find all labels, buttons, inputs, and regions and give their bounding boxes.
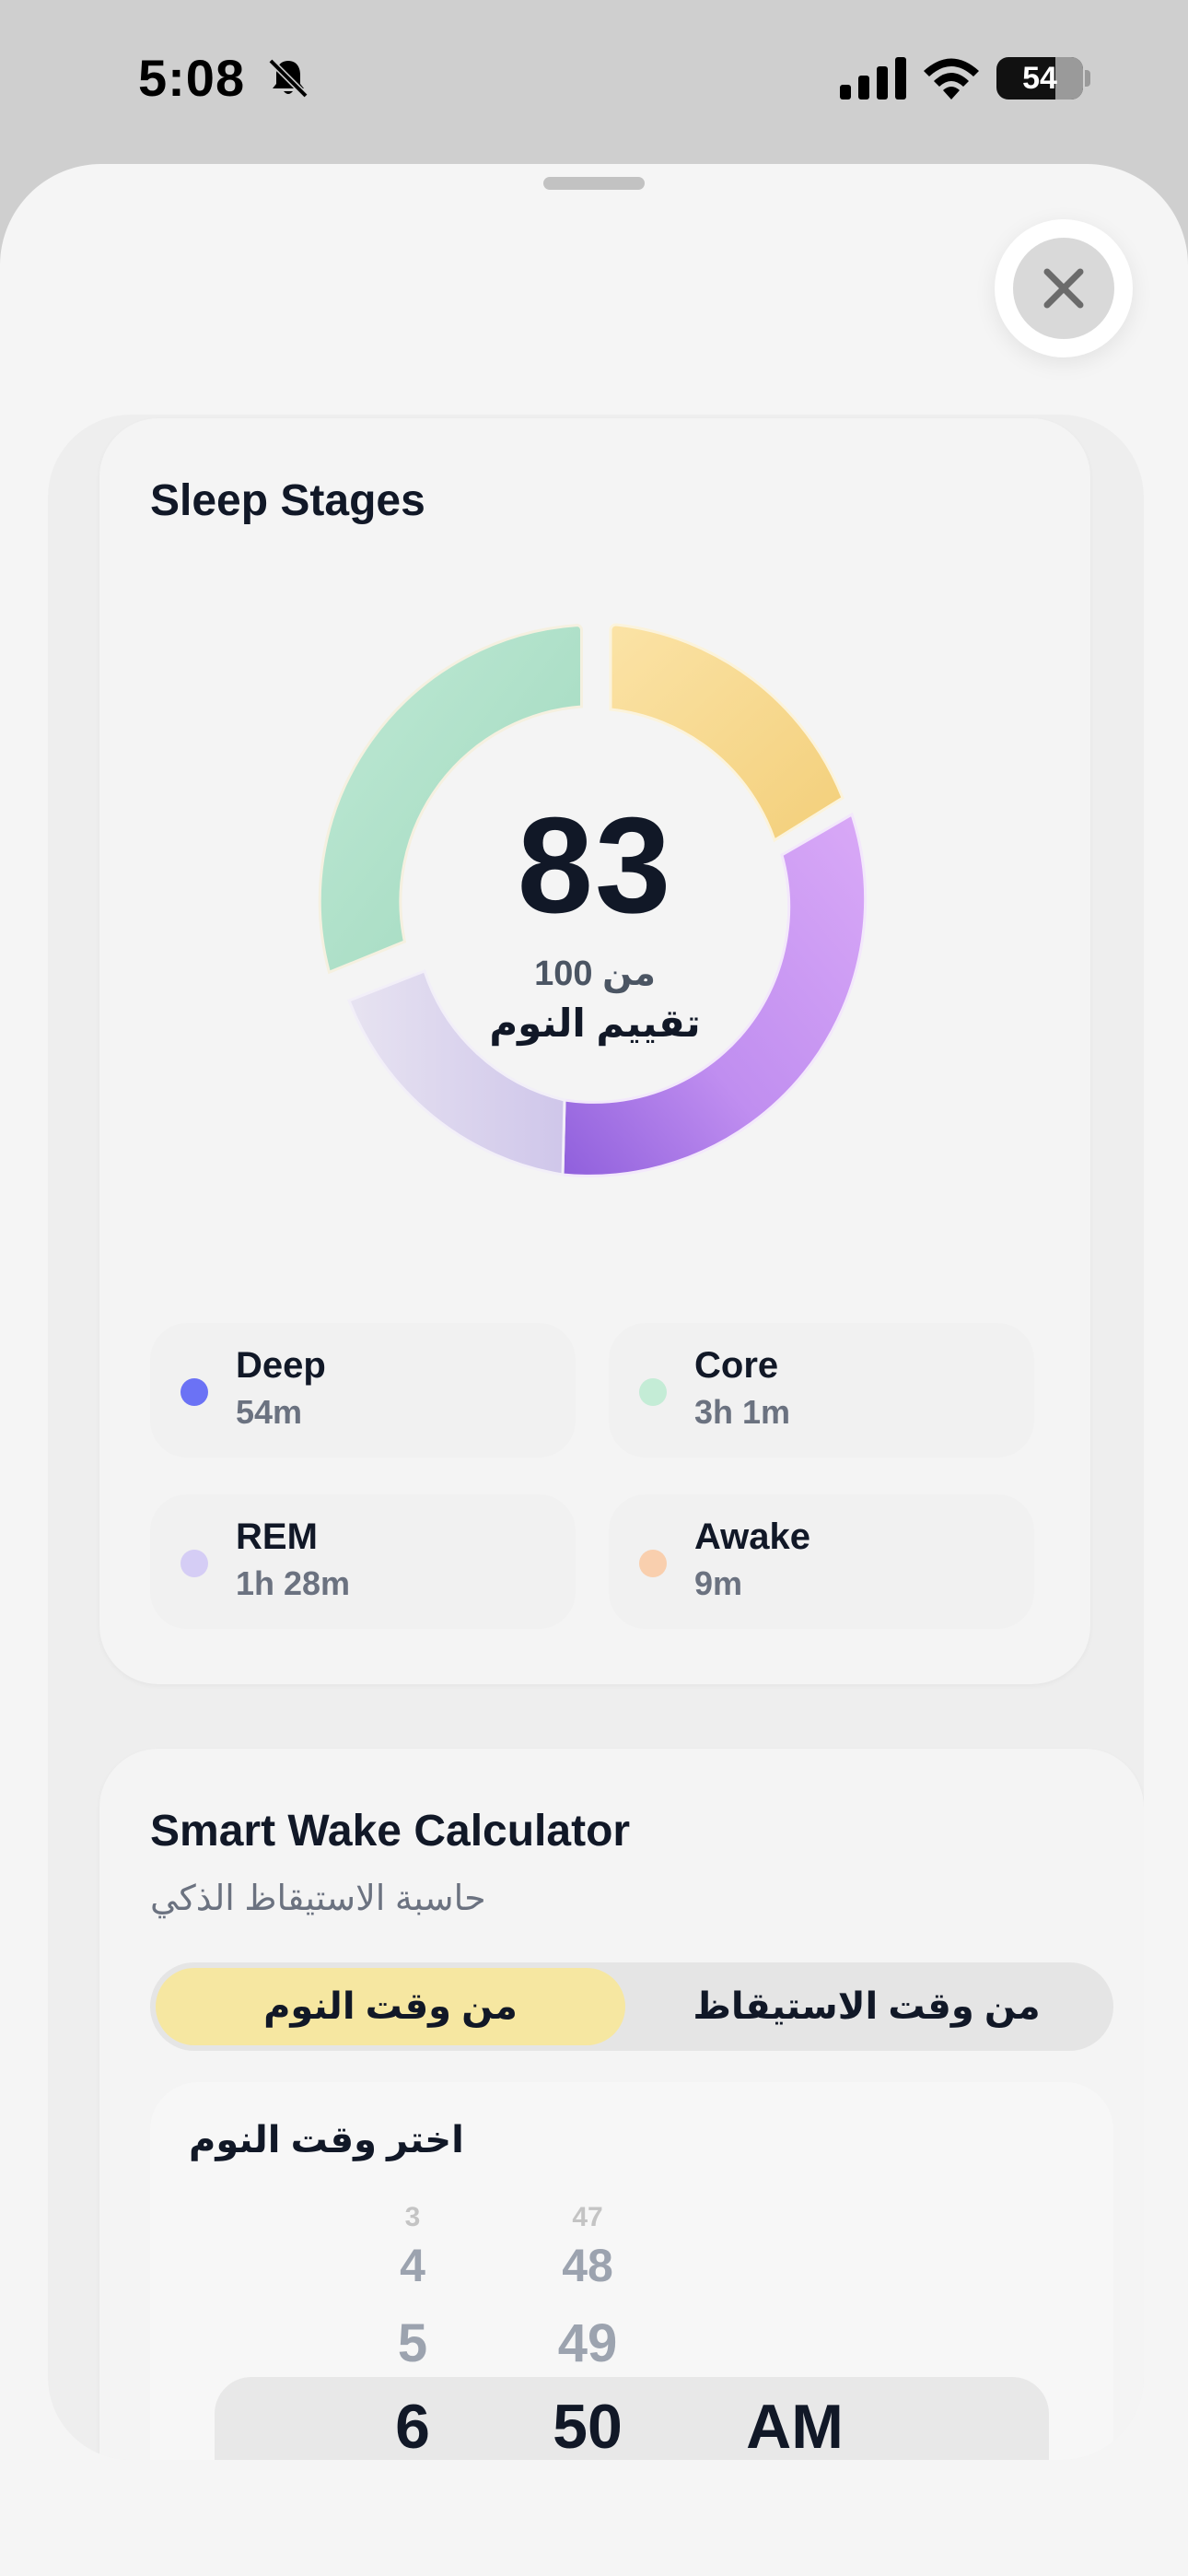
- legend-dot-core: [639, 1378, 667, 1406]
- legend-name: REM: [236, 1516, 318, 1557]
- battery-level: 54: [1022, 61, 1057, 96]
- status-bar: 5:08 54: [0, 0, 1188, 161]
- hour-option[interactable]: 5: [357, 2313, 468, 2374]
- minute-option[interactable]: 49: [532, 2313, 643, 2374]
- hour-option[interactable]: 3: [357, 2202, 468, 2233]
- legend-name: Core: [694, 1345, 779, 1386]
- sleep-stages-card: Sleep Stages 83 من 100 تقييم النوم Deep …: [99, 418, 1090, 1684]
- legend-dot-deep: [181, 1378, 208, 1406]
- minute-option[interactable]: 48: [532, 2239, 643, 2292]
- bedtime-picker-card: اختر وقت النوم 3 4 5 6 47 48 49 50 AM: [150, 2082, 1113, 2460]
- modal-sheet: Sleep Stages 83 من 100 تقييم النوم Deep …: [0, 164, 1188, 2576]
- legend-item-rem: REM 1h 28m: [150, 1494, 576, 1629]
- hour-option[interactable]: 4: [357, 2239, 468, 2292]
- battery-nub: [1085, 70, 1090, 87]
- content-scroll-area[interactable]: Sleep Stages 83 من 100 تقييم النوم Deep …: [48, 415, 1144, 2460]
- status-time: 5:08: [138, 49, 246, 107]
- sleep-stages-title: Sleep Stages: [150, 476, 425, 525]
- legend-name: Deep: [236, 1345, 326, 1386]
- minute-option[interactable]: 47: [532, 2202, 643, 2233]
- smart-wake-title: Smart Wake Calculator: [150, 1807, 631, 1856]
- legend-item-core: Core 3h 1m: [609, 1323, 1034, 1458]
- tab-from-bedtime[interactable]: من وقت النوم: [156, 1968, 625, 2045]
- wifi-icon: [924, 58, 979, 100]
- tab-from-wake-time[interactable]: من وقت الاستيقاظ: [625, 1968, 1108, 2045]
- sheet-grabber[interactable]: [543, 177, 645, 190]
- close-icon: [1043, 268, 1084, 309]
- period-selected[interactable]: AM: [721, 2391, 868, 2460]
- picker-label: اختر وقت النوم: [189, 2120, 464, 2160]
- smart-wake-subtitle: حاسبة الاستيقاظ الذكي: [150, 1879, 486, 1918]
- legend-name: Awake: [694, 1516, 811, 1557]
- hour-selected[interactable]: 6: [357, 2391, 468, 2460]
- legend-value: 1h 28m: [236, 1564, 351, 1602]
- close-button[interactable]: [995, 219, 1133, 357]
- cellular-signal-icon: [840, 57, 906, 100]
- sleep-score-value: 83: [517, 790, 673, 942]
- sleep-score-label: تقييم النوم: [489, 1001, 701, 1045]
- bell-slash-icon: [268, 58, 309, 99]
- smart-wake-card: Smart Wake Calculator حاسبة الاستيقاظ ال…: [99, 1749, 1144, 2460]
- legend-dot-rem: [181, 1550, 208, 1577]
- sleep-score-out-of: من 100: [534, 954, 656, 993]
- mode-segmented-control: من وقت النوم من وقت الاستيقاظ: [150, 1962, 1113, 2051]
- legend-value: 3h 1m: [694, 1393, 791, 1431]
- legend-item-awake: Awake 9m: [609, 1494, 1034, 1629]
- legend-item-deep: Deep 54m: [150, 1323, 576, 1458]
- legend-value: 54m: [236, 1393, 303, 1431]
- legend-dot-awake: [639, 1550, 667, 1577]
- battery-indicator: 54: [996, 57, 1083, 100]
- minute-selected[interactable]: 50: [532, 2391, 643, 2460]
- legend-value: 9m: [694, 1564, 743, 1602]
